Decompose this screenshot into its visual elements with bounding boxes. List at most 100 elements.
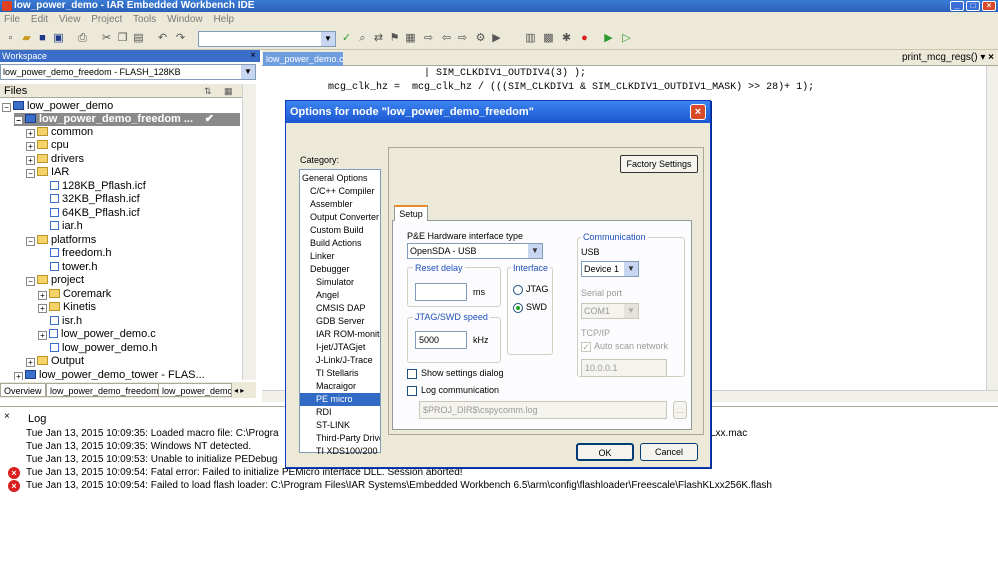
- menu-edit[interactable]: Edit: [31, 14, 48, 25]
- category-pe-micro[interactable]: PE micro: [300, 393, 380, 406]
- category-gdb-server[interactable]: GDB Server: [300, 315, 380, 328]
- category-ti-xds100[interactable]: TI XDS100/200: [300, 445, 380, 458]
- tab-low-power-demo-c[interactable]: low_power_demo.c: [263, 52, 344, 66]
- tree-item-tower-h[interactable]: tower.h: [50, 261, 97, 274]
- tree-item-kinetis[interactable]: + Kinetis: [38, 301, 96, 314]
- forward-icon[interactable]: ⇨: [456, 32, 469, 45]
- dialog-close-button[interactable]: ×: [690, 104, 706, 120]
- menu-view[interactable]: View: [59, 14, 81, 25]
- tree-item-platforms[interactable]: − platforms: [26, 234, 96, 247]
- menu-window[interactable]: Window: [167, 14, 203, 25]
- category-third-party-driver[interactable]: Third-Party Driver: [300, 432, 380, 445]
- tab-scroll-arrows-icon[interactable]: ◂ ▸: [234, 384, 244, 398]
- close-icon[interactable]: ×: [250, 50, 256, 62]
- factory-settings-button[interactable]: Factory Settings: [620, 155, 698, 173]
- tree-item-coremark[interactable]: + Coremark: [38, 288, 111, 301]
- find-icon[interactable]: ⌕: [356, 32, 369, 45]
- ok-button[interactable]: OK: [576, 443, 634, 461]
- tree-item-project-freedom[interactable]: − low_power_demo_freedom ... ✔: [14, 113, 240, 126]
- jtag-radio[interactable]: [513, 285, 523, 295]
- sort-icon[interactable]: ⇅: [204, 84, 212, 98]
- browse-button[interactable]: ...: [673, 401, 687, 419]
- tree-item-freedom-h[interactable]: freedom.h: [50, 247, 112, 260]
- ip-address-input[interactable]: 10.0.0.1: [581, 359, 667, 377]
- close-icon[interactable]: ×: [4, 411, 10, 422]
- tree-item-isr-h[interactable]: isr.h: [50, 315, 82, 328]
- category-compiler[interactable]: C/C++ Compiler: [300, 185, 380, 198]
- tab-low-power-demo-freedom[interactable]: low_power_demo_freedom: [46, 383, 163, 397]
- menu-help[interactable]: Help: [213, 14, 234, 25]
- category-output-converter[interactable]: Output Converter: [300, 211, 380, 224]
- category-angel[interactable]: Angel: [300, 289, 380, 302]
- chevron-down-icon[interactable]: ▼: [321, 32, 335, 46]
- go-icon[interactable]: ⇨: [422, 32, 435, 45]
- check-icon[interactable]: ✓: [340, 32, 353, 45]
- tree-item-32kb-icf[interactable]: 32KB_Pflash.icf: [50, 193, 140, 206]
- configuration-select[interactable]: low_power_demo_freedom - FLASH_128KB ▼: [0, 64, 256, 80]
- category-st-link[interactable]: ST-LINK: [300, 419, 380, 432]
- tree-item-128kb-icf[interactable]: 128KB_Pflash.icf: [50, 180, 146, 193]
- menu-file[interactable]: File: [4, 14, 20, 25]
- category-linker[interactable]: Linker: [300, 250, 380, 263]
- category-simulator[interactable]: Simulator: [300, 276, 380, 289]
- show-settings-checkbox[interactable]: [407, 369, 417, 379]
- tab-overview[interactable]: Overview: [0, 383, 46, 397]
- new-icon[interactable]: ▫: [4, 32, 17, 45]
- save-all-icon[interactable]: ▣: [52, 32, 65, 45]
- minimize-button[interactable]: _: [950, 1, 964, 11]
- category-iar-rom-monitor[interactable]: IAR ROM-monitor: [300, 328, 380, 341]
- print-icon[interactable]: ⎙: [76, 32, 89, 45]
- copy-icon[interactable]: ❐: [116, 32, 129, 45]
- paste-icon[interactable]: ▤: [132, 32, 145, 45]
- tree-scrollbar[interactable]: [242, 84, 256, 380]
- open-icon[interactable]: ▰: [20, 32, 33, 45]
- find-combo[interactable]: ▼: [198, 31, 336, 47]
- tree-item-low-power-demo-h[interactable]: low_power_demo.h: [50, 342, 157, 355]
- tree-item-project-tower[interactable]: + low_power_demo_tower - FLAS...: [14, 369, 205, 380]
- tree-item-iar[interactable]: − IAR: [26, 166, 69, 179]
- hw-interface-select[interactable]: OpenSDA - USB ▼: [407, 243, 543, 259]
- swd-radio[interactable]: [513, 303, 523, 313]
- maximize-button[interactable]: □: [966, 1, 980, 11]
- tree-item-workspace[interactable]: − low_power_demo: [2, 100, 113, 113]
- tab-low-power-demo-tower[interactable]: low_power_demc: [158, 383, 232, 397]
- download-debug-icon[interactable]: ▶: [602, 32, 615, 45]
- usb-device-select[interactable]: Device 1 ▼: [581, 261, 639, 277]
- cut-icon[interactable]: ✂: [100, 32, 113, 45]
- menu-tools[interactable]: Tools: [133, 14, 156, 25]
- cancel-button[interactable]: Cancel: [640, 443, 698, 461]
- tree-item-low-power-demo-c[interactable]: + low_power_demo.c: [38, 328, 156, 341]
- tree-item-drivers[interactable]: + drivers: [26, 153, 84, 166]
- stop-icon[interactable]: ▥: [524, 32, 537, 45]
- back-icon[interactable]: ⇦: [440, 32, 453, 45]
- serial-port-select[interactable]: COM1 ▼: [581, 303, 639, 319]
- speed-input[interactable]: 5000: [415, 331, 467, 349]
- close-button[interactable]: ×: [982, 1, 996, 11]
- auto-scan-checkbox[interactable]: ✓: [581, 342, 591, 352]
- redo-icon[interactable]: ↷: [174, 32, 187, 45]
- log-communication-checkbox[interactable]: [407, 386, 417, 396]
- columns-icon[interactable]: ▦: [224, 84, 233, 98]
- chevron-down-icon[interactable]: ▼: [241, 65, 255, 79]
- category-custom-build[interactable]: Custom Build: [300, 224, 380, 237]
- toggle-bookmark-icon[interactable]: ▦: [404, 32, 417, 45]
- function-select[interactable]: print_mcg_regs() ▾ ×: [902, 51, 994, 65]
- tree-item-64kb-icf[interactable]: 64KB_Pflash.icf: [50, 207, 140, 220]
- category-rdi[interactable]: RDI: [300, 406, 380, 419]
- category-macraigor[interactable]: Macraigor: [300, 380, 380, 393]
- make-icon[interactable]: ▶: [490, 32, 503, 45]
- menu-project[interactable]: Project: [91, 14, 122, 25]
- tree-item-output[interactable]: + Output: [26, 355, 84, 368]
- breakpoint-icon[interactable]: ▩: [542, 32, 555, 45]
- category-ti-stellaris[interactable]: TI Stellaris: [300, 367, 380, 380]
- log-path-input[interactable]: $PROJ_DIR$\cspycomm.log: [419, 401, 667, 419]
- category-assembler[interactable]: Assembler: [300, 198, 380, 211]
- editor-vertical-scrollbar[interactable]: [986, 66, 998, 390]
- bookmark-icon[interactable]: ⚑: [388, 32, 401, 45]
- category-ijet[interactable]: I-jet/JTAGjet: [300, 341, 380, 354]
- undo-icon[interactable]: ↶: [156, 32, 169, 45]
- compile-icon[interactable]: ⚙: [474, 32, 487, 45]
- files-header[interactable]: Files ⇅ ▦: [0, 84, 256, 98]
- save-icon[interactable]: ■: [36, 32, 49, 45]
- chevron-down-icon[interactable]: ▼: [528, 244, 542, 258]
